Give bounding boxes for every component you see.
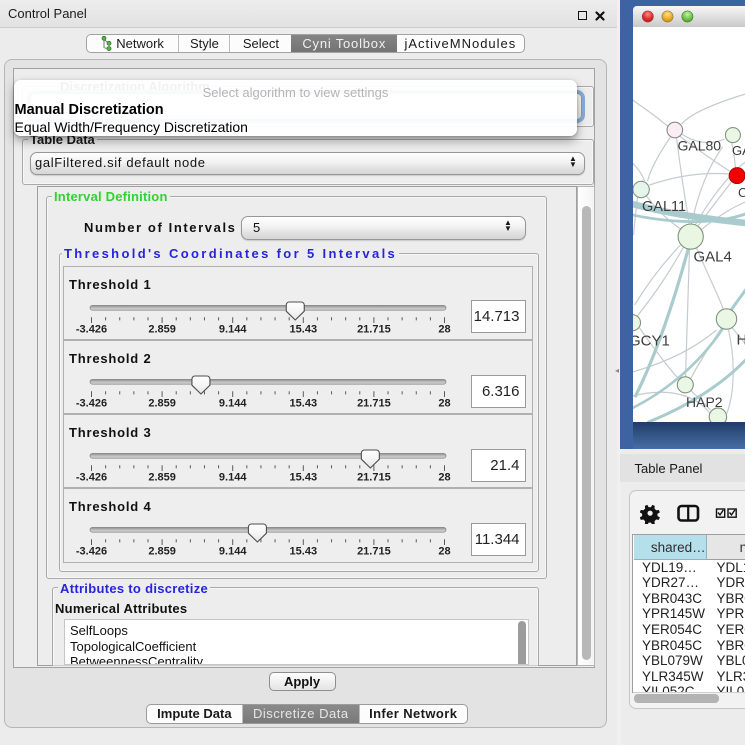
svg-text:28: 28 <box>438 397 450 409</box>
svg-text:-3.426: -3.426 <box>75 397 106 409</box>
svg-text:15.43: 15.43 <box>289 472 317 484</box>
svg-text:-3.426: -3.426 <box>75 323 106 335</box>
svg-text:21.715: 21.715 <box>357 397 391 409</box>
svg-text:HAP2: HAP2 <box>686 394 723 410</box>
svg-text:21.715: 21.715 <box>357 546 391 558</box>
svg-text:GAL4: GAL4 <box>693 249 731 266</box>
svg-text:15.43: 15.43 <box>289 323 317 335</box>
svg-text:2.859: 2.859 <box>148 546 176 558</box>
svg-text:GAL11: GAL11 <box>642 199 686 215</box>
svg-text:15.43: 15.43 <box>289 397 317 409</box>
svg-text:2.859: 2.859 <box>148 323 176 335</box>
svg-text:21.715: 21.715 <box>357 472 391 484</box>
svg-text:28: 28 <box>438 546 450 558</box>
svg-text:HI: HI <box>736 332 745 349</box>
svg-text:GA: GA <box>732 143 745 158</box>
svg-text:2.859: 2.859 <box>148 397 176 409</box>
svg-text:28: 28 <box>438 472 450 484</box>
svg-text:9.144: 9.144 <box>218 546 246 558</box>
svg-text:28: 28 <box>438 323 450 335</box>
svg-text:21.715: 21.715 <box>357 323 391 335</box>
svg-text:15.43: 15.43 <box>289 546 317 558</box>
svg-text:9.144: 9.144 <box>218 397 246 409</box>
svg-text:9.144: 9.144 <box>218 323 246 335</box>
svg-text:-3.426: -3.426 <box>75 546 106 558</box>
svg-text:CY: CY <box>738 185 745 200</box>
svg-text:GAL80: GAL80 <box>677 138 721 154</box>
svg-text:9.144: 9.144 <box>218 472 246 484</box>
svg-text:2.859: 2.859 <box>148 472 176 484</box>
svg-text:GCY1: GCY1 <box>633 332 670 349</box>
svg-text:-3.426: -3.426 <box>75 472 106 484</box>
